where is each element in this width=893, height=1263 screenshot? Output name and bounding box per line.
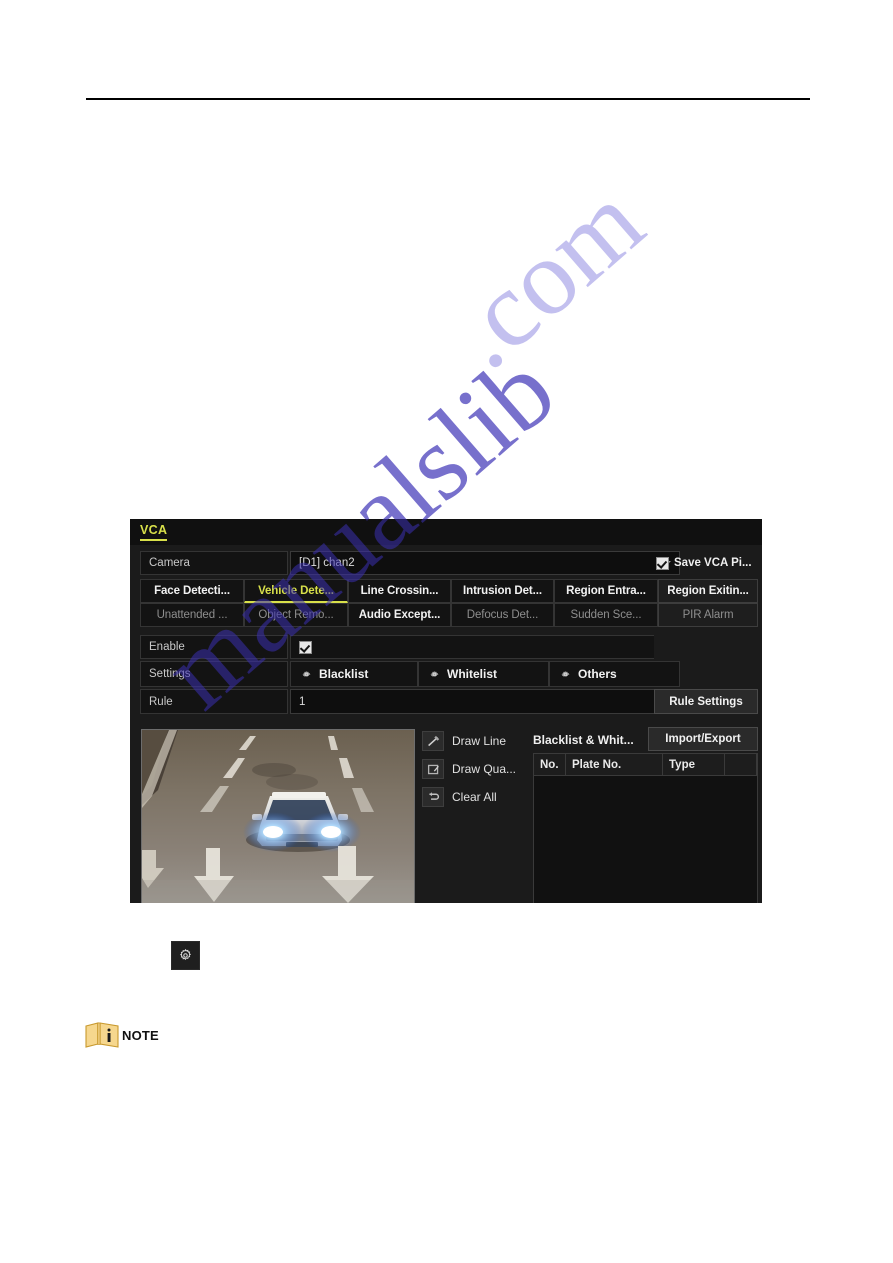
tab-sudden-scene-change[interactable]: Sudden Sce... [554,603,658,627]
vca-title: VCA [140,523,168,541]
import-export-button[interactable]: Import/Export [648,727,758,751]
tab-audio-exception[interactable]: Audio Except... [348,603,451,627]
rule-settings-button[interactable]: Rule Settings [654,689,758,714]
tab-object-removal[interactable]: Object Remo... [244,603,348,627]
clear-all-icon [422,787,444,807]
draw-quad-icon [422,759,444,779]
vca-dialog: VCA Camera [D1] chan2 Save VCA Pi... Fac… [130,519,762,903]
save-vca-picture-label: Save VCA Pi... [674,557,752,569]
settings-others-button[interactable]: Others [549,661,680,687]
plate-list-header: No. Plate No. Type [534,754,757,776]
tab-region-exiting[interactable]: Region Exitin... [658,579,758,603]
enable-checkbox-cell[interactable] [290,635,680,659]
tab-defocus-detection[interactable]: Defocus Det... [451,603,554,627]
enable-label: Enable [140,635,288,659]
camera-label: Camera [140,551,288,575]
note-book-icon [85,1022,119,1048]
tab-region-entrance[interactable]: Region Entra... [554,579,658,603]
tab-pir-alarm[interactable]: PIR Alarm [658,603,758,627]
rule-select-value: 1 [299,695,306,708]
column-header-spacer [725,754,757,775]
detection-tab-grid: Face Detecti... Vehicle Dete... Line Cro… [140,579,758,627]
camera-select-value: [D1] chan2 [299,557,355,569]
rule-select[interactable]: 1 [290,689,680,714]
draw-quadrilateral-button[interactable]: Draw Qua... [422,759,516,779]
draw-line-icon [422,731,444,751]
checkbox-icon [299,640,312,654]
draw-line-button[interactable]: Draw Line [422,731,506,751]
settings-others-label: Others [578,667,617,681]
clear-all-label: Clear All [452,790,497,804]
settings-label: Settings [140,661,288,687]
gear-icon [430,670,439,677]
settings-whitelist-label: Whitelist [447,667,497,681]
vca-body: Camera [D1] chan2 Save VCA Pi... Face De… [130,545,762,903]
blacklist-whitelist-tab[interactable]: Blacklist & Whit... [533,729,645,751]
save-vca-picture-checkbox[interactable]: Save VCA Pi... [654,551,758,575]
tab-vehicle-detection[interactable]: Vehicle Dete... [244,579,348,603]
page-header-rule [86,98,810,100]
draw-quadrilateral-label: Draw Qua... [452,762,517,776]
tab-face-detection[interactable]: Face Detecti... [140,579,244,603]
clear-all-button[interactable]: Clear All [422,787,497,807]
vca-titlebar: VCA [130,519,762,545]
gear-icon [302,670,311,677]
settings-blacklist-button[interactable]: Blacklist [290,661,418,687]
settings-whitelist-button[interactable]: Whitelist [418,661,549,687]
enable-row-spacer [654,635,758,659]
settings-blacklist-label: Blacklist [319,667,369,681]
note-block: NOTE [85,1022,159,1048]
camera-select[interactable]: [D1] chan2 [290,551,680,575]
column-header-no: No. [534,754,566,775]
tab-unattended-baggage[interactable]: Unattended ... [140,603,244,627]
checkbox-icon [656,556,669,570]
gear-button[interactable] [171,941,200,970]
column-header-plate: Plate No. [566,754,663,775]
tab-line-crossing[interactable]: Line Crossin... [348,579,451,603]
note-label: NOTE [122,1027,159,1043]
plate-list-table[interactable]: No. Plate No. Type [533,753,758,903]
tab-intrusion-detection[interactable]: Intrusion Det... [451,579,554,603]
gear-icon [179,948,192,961]
video-preview[interactable] [141,729,415,903]
watermark-com: .com [426,161,666,392]
gear-icon [561,670,570,677]
draw-line-label: Draw Line [452,734,507,748]
column-header-type: Type [663,754,725,775]
rule-label: Rule [140,689,288,714]
preview-scene [142,730,414,903]
